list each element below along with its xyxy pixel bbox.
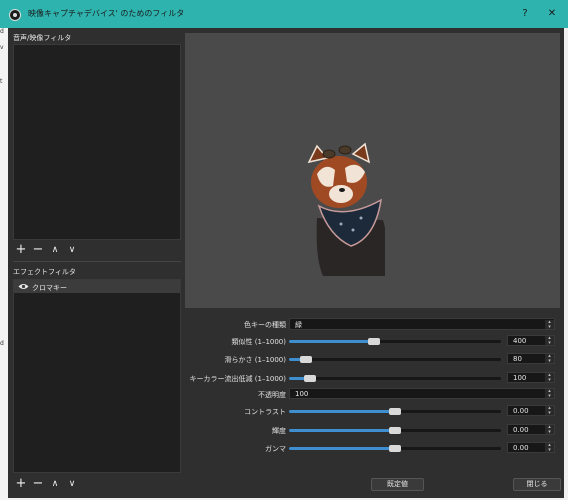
spin-arrows-icon[interactable]: ▴ ▾	[545, 373, 554, 382]
slider-handle[interactable]	[304, 375, 317, 382]
gamma-slider[interactable]	[289, 445, 501, 452]
key-color-type-select[interactable]: 緑 ▴ ▾	[289, 318, 555, 330]
similarity-label: 類似性 (1–1000)	[231, 338, 286, 346]
slider-handle[interactable]	[299, 356, 312, 363]
audio-video-filters-label: 音声/映像フィルタ	[13, 34, 72, 42]
spin-arrows-icon[interactable]: ▴ ▾	[545, 389, 554, 398]
gamma-value: 0.00	[513, 444, 529, 452]
title-bar: 映像キャプチャデバイス' のためのフィルタ ? ✕	[0, 0, 568, 28]
remove-icon[interactable]: −	[31, 243, 45, 258]
opacity-label: 不透明度	[258, 391, 286, 399]
filter-name: クロマキー	[32, 284, 67, 292]
close-button[interactable]: 閉じる	[513, 478, 561, 491]
add-icon[interactable]: +	[14, 243, 28, 258]
opacity-value: 100	[295, 390, 309, 398]
key-color-spill-value: 100	[513, 374, 527, 382]
effect-filter-list[interactable]	[13, 279, 181, 473]
slider-handle[interactable]	[389, 408, 401, 415]
close-window-button[interactable]: ✕	[543, 6, 561, 22]
slider-handle[interactable]	[389, 445, 401, 452]
smoothness-value: 80	[513, 355, 522, 363]
background-text: d	[0, 340, 4, 347]
panel-divider	[13, 261, 181, 262]
smoothness-spinbox[interactable]: 80 ▴ ▾	[507, 353, 555, 364]
gamma-label: ガンマ	[265, 445, 286, 453]
add-icon[interactable]: +	[14, 477, 28, 492]
red-panda-image	[307, 142, 385, 276]
spin-arrows-icon[interactable]: ▴ ▾	[545, 425, 554, 434]
smoothness-label: 滑らかさ (1–1000)	[224, 356, 286, 364]
move-down-icon[interactable]: ∨	[65, 244, 79, 258]
brightness-slider[interactable]	[289, 427, 501, 434]
preview-area	[185, 33, 560, 308]
brightness-spinbox[interactable]: 0.00 ▴ ▾	[507, 424, 555, 435]
brightness-value: 0.00	[513, 426, 529, 434]
similarity-slider[interactable]	[289, 338, 501, 345]
list-item[interactable]: クロマキー	[14, 280, 180, 293]
spin-arrows-icon[interactable]: ▴ ▾	[545, 406, 554, 415]
contrast-slider[interactable]	[289, 408, 501, 415]
slider-fill	[289, 429, 395, 432]
background-text: d	[0, 28, 4, 35]
slider-handle[interactable]	[367, 338, 380, 345]
remove-icon[interactable]: −	[31, 477, 45, 492]
obs-app-icon	[9, 9, 21, 21]
background-window: d v t d	[0, 28, 8, 500]
slider-fill	[289, 447, 395, 450]
move-up-icon[interactable]: ∧	[48, 478, 62, 492]
spin-arrows-icon[interactable]: ▴ ▾	[545, 336, 554, 345]
key-color-spill-label: キーカラー流出低減 (1–1000)	[189, 375, 286, 383]
slider-fill	[289, 410, 395, 413]
slider-fill	[289, 340, 374, 343]
help-button[interactable]: ?	[516, 6, 534, 22]
opacity-spinbox[interactable]: 100 ▴ ▾	[289, 388, 555, 399]
move-down-icon[interactable]: ∨	[65, 478, 79, 492]
slider-handle[interactable]	[389, 427, 401, 434]
spin-arrows-icon[interactable]: ▴ ▾	[545, 354, 554, 363]
contrast-value: 0.00	[513, 407, 529, 415]
window-title: 映像キャプチャデバイス' のためのフィルタ	[28, 9, 185, 18]
move-up-icon[interactable]: ∧	[48, 244, 62, 258]
effect-filters-label: エフェクトフィルタ	[13, 268, 76, 276]
contrast-spinbox[interactable]: 0.00 ▴ ▾	[507, 405, 555, 416]
background-text: t	[0, 78, 3, 85]
defaults-button[interactable]: 既定値	[371, 478, 424, 491]
key-color-spill-slider[interactable]	[289, 375, 501, 382]
similarity-value: 400	[513, 337, 527, 345]
key-color-spill-spinbox[interactable]: 100 ▴ ▾	[507, 372, 555, 383]
key-color-type-value: 緑	[295, 321, 302, 329]
eye-icon[interactable]	[18, 283, 29, 290]
audio-video-filter-list[interactable]	[13, 44, 181, 240]
contrast-label: コントラスト	[244, 408, 286, 416]
gamma-spinbox[interactable]: 0.00 ▴ ▾	[507, 442, 555, 453]
select-arrows-icon[interactable]: ▴ ▾	[545, 320, 554, 329]
spin-arrows-icon[interactable]: ▴ ▾	[545, 443, 554, 452]
smoothness-slider[interactable]	[289, 356, 501, 363]
brightness-label: 輝度	[272, 427, 286, 435]
key-color-type-label: 色キーの種類	[244, 321, 286, 329]
similarity-spinbox[interactable]: 400 ▴ ▾	[507, 335, 555, 346]
background-text: v	[0, 44, 4, 51]
